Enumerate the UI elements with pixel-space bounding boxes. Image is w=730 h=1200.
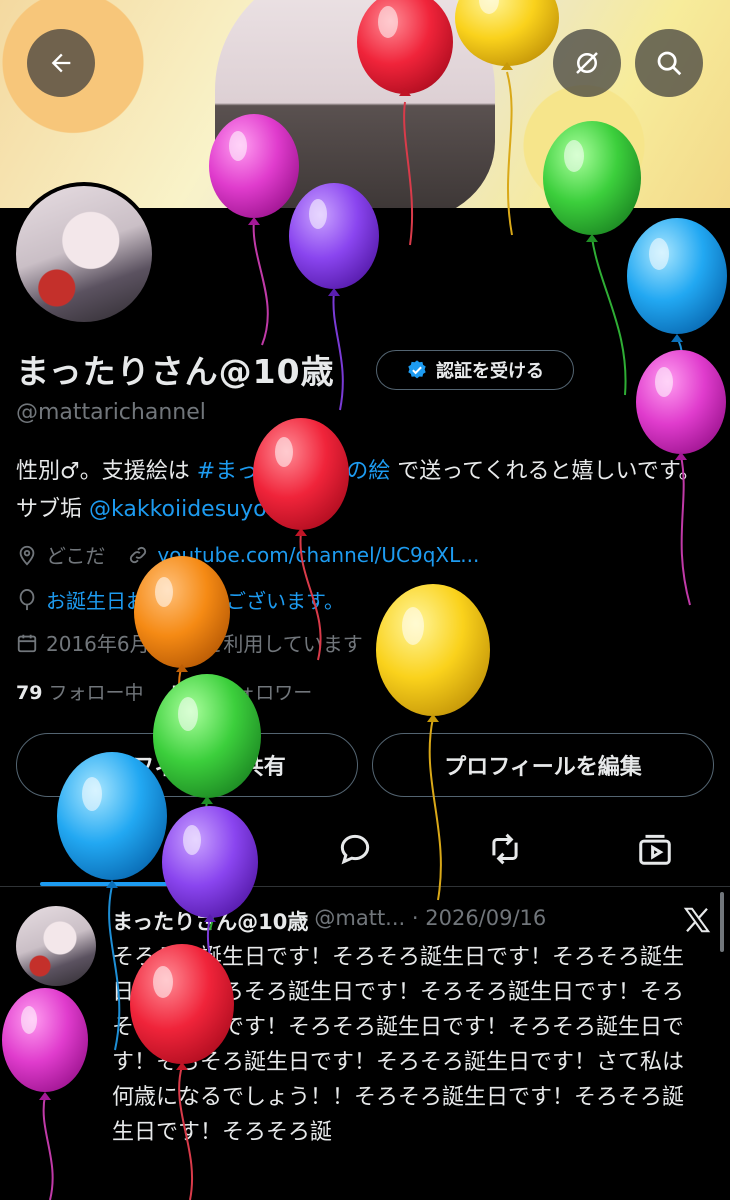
location-text: どこだ [46,544,106,568]
tweet-avatar[interactable] [16,906,96,986]
bio-mention-link[interactable]: @kakkoiidesuyo [89,497,267,522]
profile-bio: 性別♂。支援絵は #まったりさんの絵 で送ってくれると嬉しいです。サブ垢 @ka… [16,453,716,529]
no-notify-icon [576,52,598,74]
tweet-body[interactable]: そろそろ誕生日です！そろそろ誕生日です！そろそろ誕生日です！そろそろ誕生日です！… [112,940,702,1150]
following-label: フォロー中 [48,682,144,704]
edit-profile-button[interactable]: プロフィールを編集 [372,733,714,797]
balloon-icon [19,588,35,610]
display-name: まったりさん@10歳 [16,352,335,391]
back-arrow-icon [51,53,71,73]
tweet-author-name[interactable]: まったりさん@10歳 [112,906,308,936]
location-icon [19,545,35,565]
tweet-handle-date: @matt... · 2026/09/16 [314,906,547,930]
edit-profile-label: プロフィールを編集 [444,755,642,780]
profile-avatar[interactable] [12,182,156,326]
share-profile-label: プロフィールを共有 [88,755,286,780]
media-icon[interactable] [636,830,674,868]
back-button[interactable] [27,29,95,97]
verified-check-icon [408,360,426,379]
following-count: 79 [16,682,43,704]
bio-text-1: 性別♂。支援絵は [16,459,197,484]
birthday-link[interactable]: お誕生日おめでとうございます。 [46,585,344,614]
retweet-icon[interactable] [486,830,524,868]
get-verified-label: 認証を受ける [436,361,544,382]
bio-hashtag-link[interactable]: #まったりさんの絵 [197,459,391,484]
website-link[interactable]: youtube.com/channel/UC9qXL... [157,543,479,567]
profile-meta-location-row: どこだ youtube.com/channel/UC9qXL... [16,540,479,569]
tabs-divider [0,886,730,887]
x-logo-icon [683,907,711,933]
link-icon [130,546,147,563]
avatar-image [16,186,152,322]
calendar-icon [17,634,37,652]
search-button[interactable] [635,29,703,97]
tab-posts[interactable] [40,820,168,880]
get-verified-button[interactable]: 認証を受ける [376,350,574,390]
joined-text: 2016年6月からXを利用しています [46,632,363,656]
notify-button[interactable] [553,29,621,97]
followers-link[interactable]: 777 フォロワー [172,682,313,704]
profile-banner[interactable] [0,0,730,208]
profile-handle: @mattarichannel [16,400,206,425]
profile-meta-birthday-row: お誕生日おめでとうございます。 [16,585,344,614]
tweet-header: まったりさん@10歳 @matt... · 2026/09/16 [112,906,546,936]
follow-stats: 79 フォロー中 777 フォロワー [16,678,312,705]
share-profile-button[interactable]: プロフィールを共有 [16,733,358,797]
scrollbar[interactable] [720,892,724,952]
banner-illustration [215,0,495,208]
followers-count: 777 [171,682,212,704]
profile-meta-joined-row: 2016年6月からXを利用しています [16,628,363,657]
following-link[interactable]: 79 フォロー中 [16,682,144,704]
search-icon [657,51,682,76]
reply-icon[interactable] [336,830,374,868]
followers-label: フォロワー [217,682,313,704]
